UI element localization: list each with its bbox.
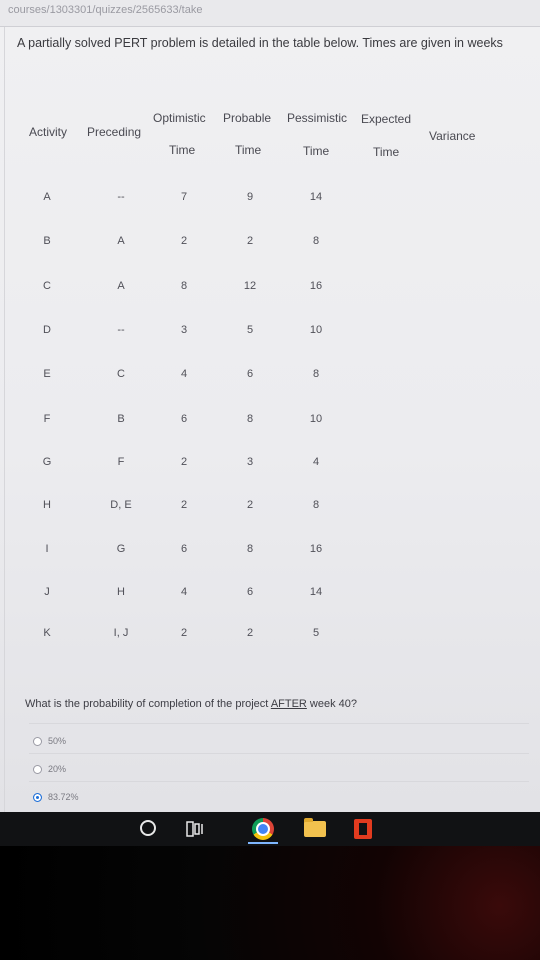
header-expected-time: Time	[373, 145, 400, 159]
cell-activity: E	[43, 368, 51, 380]
cell-pessimistic: 5	[312, 627, 320, 639]
header-probable-time: Time	[235, 143, 262, 157]
cell-probable: 6	[246, 368, 254, 380]
cell-optimistic: 4	[180, 368, 188, 380]
cell-activity: H	[43, 499, 51, 511]
cell-optimistic: 8	[180, 280, 188, 292]
header-optimistic: Optimistic	[153, 111, 206, 125]
cell-optimistic: 2	[180, 499, 188, 511]
cortana-icon[interactable]	[140, 820, 156, 836]
radio-icon[interactable]	[33, 736, 42, 746]
cell-activity: F	[43, 413, 51, 425]
header-activity: Activity	[29, 125, 68, 139]
cell-pessimistic: 16	[309, 543, 323, 555]
cell-probable: 5	[246, 324, 254, 336]
radio-icon[interactable]	[33, 764, 42, 774]
cell-probable: 8	[246, 543, 254, 555]
cell-pessimistic: 4	[312, 456, 320, 468]
cell-probable: 2	[246, 235, 254, 247]
cell-preceding: --	[117, 324, 125, 336]
header-preceding: Preceding	[87, 125, 142, 139]
chrome-icon[interactable]	[252, 818, 274, 840]
cell-preceding: B	[117, 413, 125, 425]
cell-pessimistic: 14	[309, 191, 323, 203]
header-probable: Probable	[223, 111, 272, 125]
header-optimistic-time: Time	[169, 143, 196, 157]
cell-optimistic: 2	[180, 456, 188, 468]
office-icon[interactable]	[354, 819, 372, 839]
cell-optimistic: 7	[180, 191, 188, 203]
cell-preceding: A	[117, 235, 125, 247]
divider	[29, 723, 529, 724]
cell-activity: B	[43, 235, 51, 247]
cell-pessimistic: 16	[309, 280, 323, 292]
cell-preceding: F	[117, 456, 125, 468]
windows-taskbar	[0, 812, 540, 846]
cell-preceding: A	[117, 280, 125, 292]
cell-preceding: G	[116, 543, 126, 555]
cell-activity: A	[43, 191, 51, 203]
cell-optimistic: 3	[180, 324, 188, 336]
divider	[29, 781, 529, 782]
cell-preceding: I, J	[113, 627, 129, 639]
cell-pessimistic: 8	[312, 235, 320, 247]
cell-preceding: H	[117, 586, 125, 598]
cell-probable: 2	[246, 627, 254, 639]
header-variance: Variance	[429, 129, 476, 143]
cell-activity: C	[43, 280, 51, 292]
cell-probable: 2	[246, 499, 254, 511]
cell-activity: J	[44, 586, 50, 598]
header-expected: Expected	[361, 112, 412, 126]
cell-pessimistic: 14	[309, 586, 323, 598]
address-strip: courses/1303301/quizzes/2565633/take	[0, 0, 540, 27]
answer-option-83[interactable]: 83.72%	[33, 789, 79, 805]
cell-preceding: --	[117, 191, 125, 203]
cell-activity: G	[42, 456, 52, 468]
cell-activity: D	[43, 324, 51, 336]
question-text: A partially solved PERT problem is detai…	[17, 36, 503, 50]
cell-activity: K	[43, 627, 51, 639]
active-app-indicator	[248, 842, 278, 844]
cell-preceding: D, E	[110, 499, 132, 511]
probability-question-start: What is the probability of completion of…	[25, 698, 271, 710]
answer-option-label: 83.72%	[48, 792, 79, 802]
cell-optimistic: 2	[180, 235, 188, 247]
cell-pessimistic: 8	[312, 368, 320, 380]
cell-probable: 12	[243, 280, 257, 292]
answer-option-label: 50%	[48, 736, 67, 746]
quiz-question-card: A partially solved PERT problem is detai…	[4, 27, 540, 812]
probability-question: What is the probability of completion of…	[25, 698, 357, 710]
answer-option-50[interactable]: 50%	[33, 733, 66, 749]
browser-viewport: courses/1303301/quizzes/2565633/take A p…	[0, 0, 540, 812]
desk-background	[0, 846, 540, 960]
cell-pessimistic: 10	[309, 413, 323, 425]
header-pessimistic: Pessimistic	[287, 111, 348, 125]
answer-option-20[interactable]: 20%	[33, 761, 66, 777]
probability-question-end: week 40?	[306, 698, 358, 710]
cell-pessimistic: 10	[309, 324, 323, 336]
probability-question-emphasis: AFTER	[270, 698, 307, 710]
answer-option-label: 20%	[48, 764, 67, 774]
cell-preceding: C	[117, 368, 125, 380]
task-view-icon[interactable]	[186, 821, 206, 837]
header-pessimistic-time: Time	[303, 144, 330, 158]
cell-optimistic: 6	[180, 543, 188, 555]
radio-selected-icon[interactable]	[33, 792, 42, 802]
cell-pessimistic: 8	[312, 499, 320, 511]
cell-probable: 3	[246, 456, 254, 468]
cell-probable: 6	[246, 586, 254, 598]
cell-optimistic: 6	[180, 413, 188, 425]
cell-optimistic: 2	[180, 627, 188, 639]
file-explorer-icon[interactable]	[304, 818, 326, 837]
cell-probable: 8	[246, 413, 254, 425]
divider	[29, 753, 529, 754]
cell-optimistic: 4	[180, 586, 188, 598]
cell-activity: I	[45, 543, 49, 555]
cell-probable: 9	[246, 191, 254, 203]
url-breadcrumb: courses/1303301/quizzes/2565633/take	[8, 4, 203, 16]
